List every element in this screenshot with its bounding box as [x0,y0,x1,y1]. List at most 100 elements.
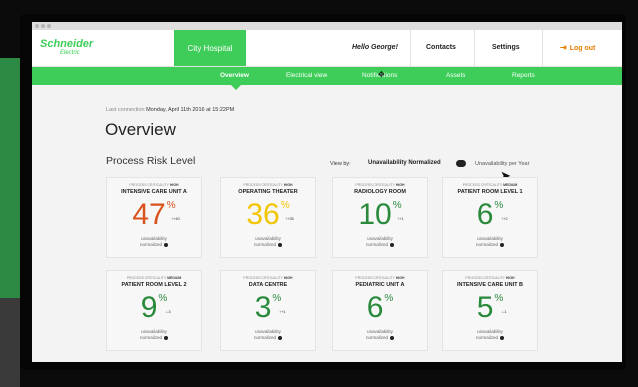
info-icon[interactable] [164,335,168,340]
criticality-caption: PROCESS CRITICALITY [465,276,506,280]
mouse-pointer-icon: ✥ [378,70,385,79]
tab-assets[interactable]: Assets [446,72,466,79]
unavailability-note: unavailability normalized [221,329,315,341]
note-text: normalized [475,242,498,247]
logo-text: Schneider [40,38,94,50]
background-green-panel [0,58,20,298]
tab-overview[interactable]: Overview [220,72,249,79]
background-grey-panel [0,298,20,387]
risk-card[interactable]: PROCESS CRITICALITY HIGH DATA CENTRE 3% ↑+1… [220,270,316,351]
risk-number: 36 [246,198,280,231]
risk-value: 6% [443,200,537,230]
criticality-caption: PROCESS CRITICALITY [129,183,170,187]
note-text: normalized [139,335,162,340]
risk-card[interactable]: PROCESS CRITICALITY MEDIUM PATIENT ROOM L… [106,270,202,351]
note-line: normalized [443,335,537,341]
risk-number: 6 [366,291,384,324]
logo-subtext: Electric [60,50,80,56]
window-close-dot[interactable] [35,24,39,28]
risk-card[interactable]: PROCESS CRITICALITY HIGH RADIOLOGY ROOM 10… [332,177,428,258]
info-icon[interactable] [278,242,282,247]
risk-number: 47 [132,198,166,231]
unavailability-note: unavailability normalized [443,236,537,248]
criticality-label: PROCESS CRITICALITY HIGH [221,276,315,280]
risk-number: 10 [358,198,392,231]
risk-value: 5% [443,293,537,323]
trend-indicator: ↑+35 [285,216,294,221]
info-icon[interactable] [390,242,394,247]
criticality-value: MEDIUM [503,183,518,187]
note-text: normalized [475,335,498,340]
sub-navigation: Overview Electrical view Notifications A… [32,67,622,90]
tab-reports[interactable]: Reports [512,72,535,79]
risk-unit: % [166,200,176,211]
window-minimize-dot[interactable] [41,24,45,28]
criticality-label: PROCESS CRITICALITY HIGH [333,183,427,187]
note-text: normalized [139,242,162,247]
trend-indicator: ↑+1 [279,309,286,314]
risk-number: 5 [476,291,494,324]
schneider-logo[interactable]: Schneider Electric [40,38,100,60]
criticality-label: PROCESS CRITICALITY MEDIUM [107,276,201,280]
risk-unit: % [158,293,168,304]
risk-value: 47% [107,200,201,230]
criticality-value: HIGH [395,183,405,187]
risk-unit: % [272,293,282,304]
greeting-text: Hello George! [352,44,398,51]
info-icon[interactable] [390,335,394,340]
criticality-caption: PROCESS CRITICALITY [126,276,168,280]
info-icon[interactable] [164,242,168,247]
criticality-value: HIGH [395,276,405,280]
tab-electrical-view[interactable]: Electrical view [286,72,327,79]
window-titlebar [32,22,622,30]
note-text: normalized [365,335,388,340]
risk-value: 6% [333,293,427,323]
risk-card[interactable]: PROCESS CRITICALITY HIGH INTENSIVE CARE U… [442,270,538,351]
risk-value: 10% [333,200,427,230]
risk-card[interactable]: PROCESS CRITICALITY HIGH PEDIATRIC UNIT A… [332,270,428,351]
criticality-value: HIGH [505,276,515,280]
info-icon[interactable] [278,335,282,340]
card-title: PATIENT ROOM LEVEL 1 [457,189,523,195]
info-icon[interactable] [500,335,504,340]
card-title: DATA CENTRE [248,282,288,288]
note-text: normalized [365,242,388,247]
view-option-per-year[interactable]: Unavailability per Year [475,161,529,167]
criticality-caption: PROCESS CRITICALITY [243,183,284,187]
unavailability-note: unavailability normalized [333,329,427,341]
note-line: normalized [221,242,315,248]
contacts-button[interactable]: Contacts [426,44,456,51]
risk-card[interactable]: PROCESS CRITICALITY HIGH INTENSIVE CARE U… [106,177,202,258]
info-icon[interactable] [500,242,504,247]
view-toggle-switch[interactable] [456,160,466,167]
logout-icon: ⇥ [560,43,567,52]
risk-card[interactable]: PROCESS CRITICALITY MEDIUM PATIENT ROOM L… [442,177,538,258]
view-by-label: View by: [330,161,351,167]
risk-unit: % [494,200,504,211]
card-title: PATIENT ROOM LEVEL 2 [121,282,187,288]
criticality-caption: PROCESS CRITICALITY [462,183,504,187]
last-connection-label: Last connection [106,107,145,113]
risk-value: 36% [221,200,315,230]
trend-indicator: ↓-3 [165,309,171,314]
card-title: RADIOLOGY ROOM [354,189,406,195]
criticality-label: PROCESS CRITICALITY HIGH [221,183,315,187]
criticality-value: HIGH [283,183,293,187]
criticality-value: HIGH [283,276,293,280]
criticality-caption: PROCESS CRITICALITY [355,276,396,280]
criticality-value: MEDIUM [167,276,182,280]
window-maximize-dot[interactable] [47,24,51,28]
card-title: OPERATING THEATER [238,189,298,195]
criticality-label: PROCESS CRITICALITY HIGH [107,183,201,187]
section-title: Process Risk Level [106,155,196,167]
risk-value: 3% [221,293,315,323]
nav-divider [542,30,543,66]
view-option-normalized[interactable]: Unavailability Normalized [368,160,441,166]
risk-card[interactable]: PROCESS CRITICALITY HIGH OPERATING THEATE… [220,177,316,258]
logout-button[interactable]: ⇥ Log out [560,43,595,52]
criticality-label: PROCESS CRITICALITY HIGH [443,276,537,280]
app-screen: Schneider Electric City Hospital Hello G… [32,22,622,362]
last-connection: Last connection Monday, April 11th 2016 … [106,107,234,113]
site-tab[interactable]: City Hospital [174,30,246,66]
settings-button[interactable]: Settings [492,44,520,51]
